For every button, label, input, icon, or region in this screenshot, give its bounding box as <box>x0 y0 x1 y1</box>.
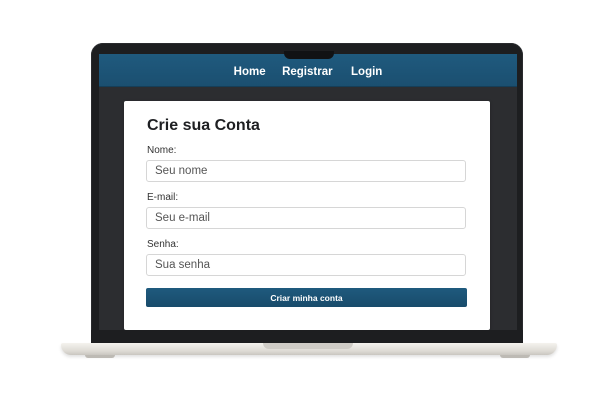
form-title: Crie sua Conta <box>147 117 260 134</box>
screen-bezel-bottom <box>91 330 523 343</box>
nav-menu: Home Registrar Login <box>99 62 517 80</box>
create-account-button[interactable]: Criar minha conta <box>146 288 467 307</box>
laptop-foot-left <box>85 355 115 358</box>
nav-link-login[interactable]: Login <box>351 66 382 78</box>
email-label: E-mail: <box>147 192 179 203</box>
camera-notch <box>284 51 334 59</box>
name-label: Nome: <box>147 145 177 156</box>
email-input[interactable] <box>146 207 466 229</box>
password-input[interactable] <box>146 254 466 276</box>
password-label: Senha: <box>147 239 179 250</box>
laptop-screen: Home Registrar Login Crie sua Conta Nome… <box>99 54 517 330</box>
signup-form-card: Crie sua Conta Nome: E-mail: Senha: Cria… <box>124 101 490 330</box>
laptop-lid-opening-notch <box>263 343 353 349</box>
laptop-foot-right <box>500 355 530 358</box>
nav-link-registrar[interactable]: Registrar <box>282 66 333 78</box>
nav-link-home[interactable]: Home <box>234 66 266 78</box>
name-input[interactable] <box>146 160 466 182</box>
